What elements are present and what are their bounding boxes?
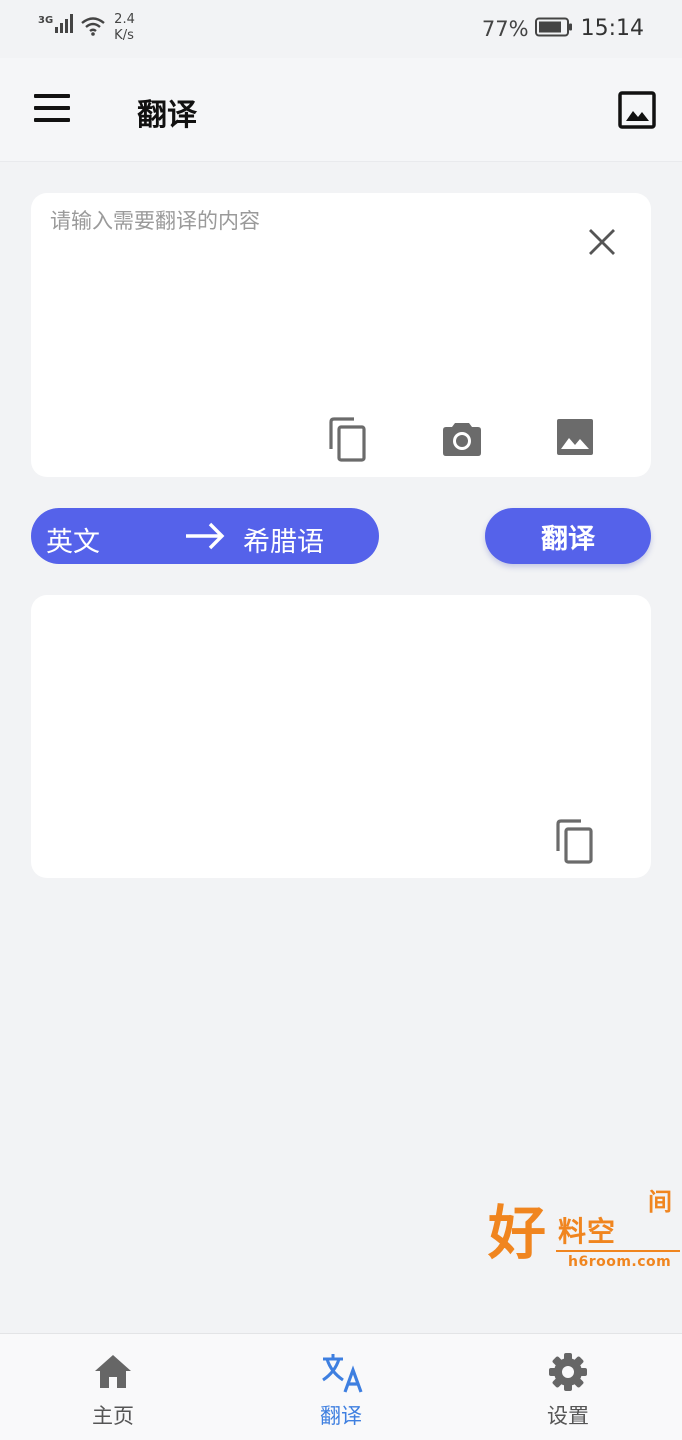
arrow-right-icon xyxy=(184,521,226,551)
nav-item-settings[interactable]: 设置 xyxy=(488,1334,648,1440)
image-icon[interactable] xyxy=(618,91,656,129)
watermark-url: h6room.com xyxy=(568,1254,672,1270)
image-icon[interactable] xyxy=(557,419,593,455)
status-right: 77% 15:14 xyxy=(482,16,644,41)
hamburger-menu-icon[interactable] xyxy=(34,94,72,124)
home-icon xyxy=(93,1352,133,1392)
battery-icon xyxy=(534,17,573,41)
gear-icon xyxy=(548,1352,588,1392)
menu-line xyxy=(34,106,70,110)
watermark-char: 好 xyxy=(488,1199,547,1267)
signal-icon xyxy=(54,12,76,34)
copy-icon[interactable] xyxy=(555,819,595,865)
page-title: 翻译 xyxy=(137,98,197,133)
wifi-icon xyxy=(80,16,106,36)
nav-label-settings: 设置 xyxy=(547,1404,589,1428)
network-speed-value: 2.4 xyxy=(114,12,135,27)
nav-label-home: 主页 xyxy=(92,1404,134,1428)
status-left: 3G 2.4 K/s xyxy=(38,12,135,44)
watermark-text: 料空 xyxy=(558,1215,617,1248)
watermark-underline xyxy=(556,1250,680,1252)
nav-label-translate: 翻译 xyxy=(320,1404,362,1428)
menu-line xyxy=(34,118,70,122)
copy-icon[interactable] xyxy=(328,417,368,463)
network-speed-unit: K/s xyxy=(114,28,134,43)
camera-icon[interactable] xyxy=(442,419,482,457)
battery-percent: 77% xyxy=(481,16,529,41)
watermark-logo: 好 料空 间 h6room.com xyxy=(486,1182,682,1278)
network-type: 3G xyxy=(38,15,54,26)
source-text-card xyxy=(31,193,651,477)
close-icon[interactable] xyxy=(587,227,617,257)
source-language[interactable]: 英文 xyxy=(46,520,100,559)
bottom-navigation: 主页 翻译 设置 xyxy=(0,1333,682,1440)
result-card xyxy=(31,595,651,878)
watermark-char-top: 间 xyxy=(648,1188,672,1216)
app-bar: 翻译 xyxy=(0,58,682,162)
network-speed: 2.4 K/s xyxy=(114,12,135,44)
nav-item-home[interactable]: 主页 xyxy=(33,1334,193,1440)
clock: 15:14 xyxy=(580,16,644,41)
target-language[interactable]: 希腊语 xyxy=(243,520,324,559)
language-selector[interactable]: 英文 希腊语 xyxy=(31,508,379,564)
menu-line xyxy=(34,94,70,98)
source-text-input[interactable] xyxy=(50,205,570,385)
status-bar: 3G 2.4 K/s 77% 15:14 xyxy=(0,0,682,58)
nav-item-translate[interactable]: 翻译 xyxy=(261,1334,421,1440)
translate-icon xyxy=(321,1352,363,1393)
translate-button[interactable]: 翻译 xyxy=(485,508,651,564)
